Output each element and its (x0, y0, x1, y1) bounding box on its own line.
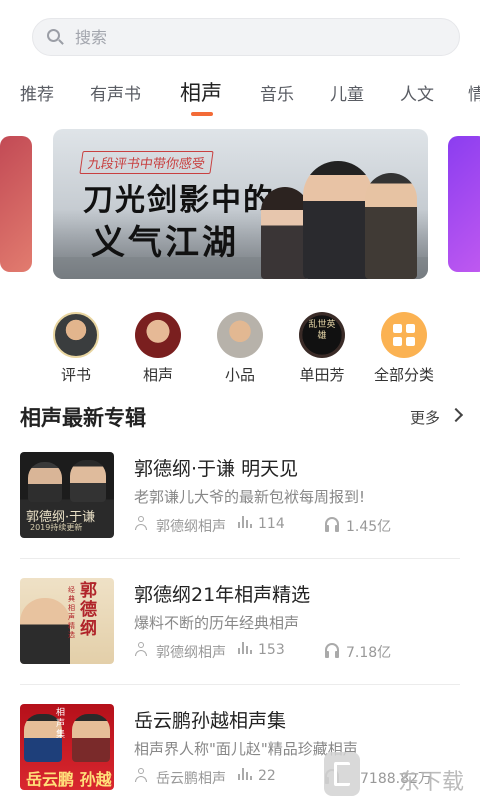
banner-person (261, 187, 309, 279)
avatar-text: 乱世英雄 (308, 320, 336, 341)
tracks-icon (238, 642, 252, 654)
avatar (53, 312, 99, 358)
album-description: 老郭谦儿大爷的最新包袱每周报到! (134, 488, 366, 506)
category-all[interactable]: 全部分类 (369, 312, 439, 385)
album-item[interactable]: 经典相声精选 郭德纲 郭德纲21年相声精选 爆料不断的历年经典相声 郭德纲相声 … (20, 578, 460, 685)
tab-humanities[interactable]: 人文 (400, 80, 434, 105)
album-track-count: 153 (258, 642, 285, 658)
cover-subtitle: 2019持续更新 (30, 523, 83, 532)
category-label: 相声 (142, 366, 173, 384)
avatar: 乱世英雄 (299, 312, 345, 358)
category-tabs: 推荐 有声书 相声 音乐 儿童 人文 情 (0, 74, 480, 124)
cover-title: 岳云鹏 孙越 (26, 770, 112, 789)
album-meta: 郭德纲相声 153 7.18亿 (134, 642, 464, 662)
tracks-icon (238, 768, 252, 780)
category-xiangsheng[interactable]: 相声 (123, 312, 193, 385)
category-shan-tianfang[interactable]: 乱世英雄 单田芳 (287, 312, 357, 385)
banner-person (303, 161, 373, 279)
avatar (135, 312, 181, 358)
headphones-icon (324, 642, 340, 658)
tab-audiobook[interactable]: 有声书 (90, 80, 141, 105)
banner-title-line2: 义气江湖 (91, 223, 239, 263)
album-meta: 郭德纲相声 114 1.45亿 (134, 516, 464, 536)
watermark-logo-icon (324, 752, 360, 796)
section-title: 相声最新专辑 (20, 406, 146, 430)
headphones-icon (324, 516, 340, 532)
album-title: 岳云鹏孙越相声集 (134, 710, 287, 732)
banner-next-card[interactable] (448, 136, 480, 272)
cover-subtitle: 经典相声精选 (68, 586, 75, 639)
grid-icon (381, 312, 427, 358)
tracks-icon (238, 516, 252, 528)
cover-tag: 相声集 (56, 708, 66, 740)
album-play-count: 7.18亿 (346, 645, 392, 661)
album-cover[interactable]: 相声集 岳云鹏 孙越 (20, 704, 114, 790)
banner-person (365, 173, 417, 279)
album-author: 郭德纲相声 (156, 519, 226, 535)
category-shortcuts: 评书 相声 小品 乱世英雄 单田芳 全部分类 (0, 312, 480, 385)
category-label: 单田芳 (299, 366, 345, 384)
album-description: 相声界人称"面儿赵"精品珍藏相声 (134, 740, 358, 758)
cover-title: 郭德纲 (80, 581, 97, 639)
active-tab-indicator (191, 112, 213, 116)
user-icon (134, 642, 148, 656)
category-label: 全部分类 (373, 366, 434, 384)
album-play-count: 1.45亿 (346, 519, 392, 535)
user-icon (134, 768, 148, 782)
category-pingshu[interactable]: 评书 (41, 312, 111, 385)
search-bar[interactable] (32, 18, 460, 56)
tab-crosstalk[interactable]: 相声 (180, 77, 222, 107)
search-input[interactable] (75, 27, 435, 47)
category-label: 小品 (224, 366, 255, 384)
album-cover[interactable]: 郭德纲·于谦 2019持续更新 (20, 452, 114, 538)
more-link[interactable]: 更多 (410, 407, 440, 428)
album-title: 郭德纲21年相声精选 (134, 584, 311, 606)
tab-recommend[interactable]: 推荐 (20, 80, 54, 105)
album-title: 郭德纲·于谦 明天见 (134, 458, 299, 480)
album-item[interactable]: 郭德纲·于谦 2019持续更新 郭德纲·于谦 明天见 老郭谦儿大爷的最新包袱每周… (20, 452, 460, 559)
banner-main[interactable]: 九段评书中带你感受 刀光剑影中的 义气江湖 (53, 129, 428, 279)
album-author: 郭德纲相声 (156, 645, 226, 661)
tab-children[interactable]: 儿童 (330, 80, 364, 105)
album-item[interactable]: 相声集 岳云鹏 孙越 岳云鹏孙越相声集 相声界人称"面儿赵"精品珍藏相声 岳云鹏… (20, 704, 460, 800)
watermark-text: 东下载 (398, 770, 465, 795)
category-label: 评书 (60, 366, 91, 384)
user-icon (134, 516, 148, 530)
album-author: 岳云鹏相声 (156, 771, 226, 787)
tab-more-partial[interactable]: 情 (468, 80, 480, 105)
banner-subtitle: 九段评书中带你感受 (79, 151, 214, 174)
divider (20, 684, 460, 685)
search-icon (45, 27, 65, 47)
tab-music[interactable]: 音乐 (260, 80, 294, 105)
album-track-count: 114 (258, 516, 285, 532)
album-track-count: 22 (258, 768, 276, 784)
album-cover[interactable]: 经典相声精选 郭德纲 (20, 578, 114, 664)
divider (20, 558, 460, 559)
banner-title-line1: 刀光剑影中的 (83, 183, 275, 218)
avatar (217, 312, 263, 358)
category-xiaopin[interactable]: 小品 (205, 312, 275, 385)
banner-prev-card[interactable] (0, 136, 32, 272)
album-description: 爆料不断的历年经典相声 (134, 614, 300, 632)
chevron-right-icon[interactable] (448, 407, 464, 423)
